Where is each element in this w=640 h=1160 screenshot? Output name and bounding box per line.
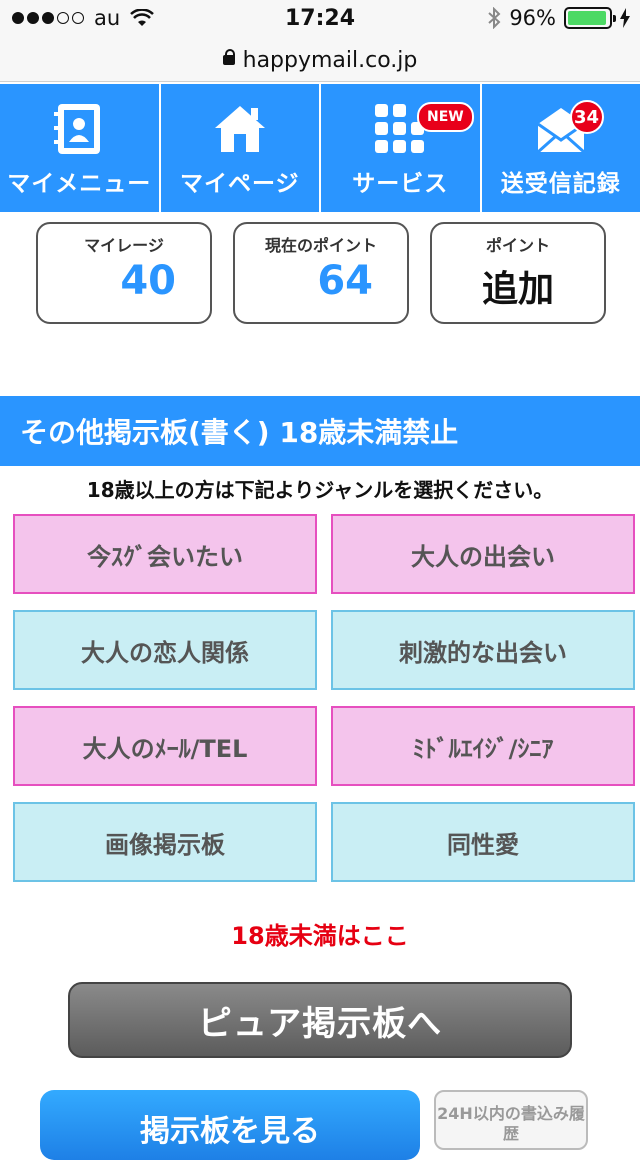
- battery-icon: [564, 7, 612, 29]
- add-points-action: 追加: [432, 260, 604, 312]
- genre-button[interactable]: 刺激的な出会い: [331, 610, 635, 690]
- genre-button[interactable]: 大人のﾒｰﾙ/TEL: [13, 706, 317, 786]
- genre-button[interactable]: 大人の恋人関係: [13, 610, 317, 690]
- under-18-link[interactable]: 18歳未満はここ: [0, 916, 640, 951]
- pure-board-button[interactable]: ピュア掲示板へ: [68, 982, 572, 1058]
- genre-grid: 今ｽｸﾞ会いたい 大人の出会い 大人の恋人関係 刺激的な出会い 大人のﾒｰﾙ/T…: [13, 514, 635, 882]
- lock-icon: [223, 55, 235, 70]
- add-points-button[interactable]: ポイント 追加: [430, 222, 606, 324]
- nav-services[interactable]: NEW サービス: [321, 84, 482, 212]
- nav-label: 送受信記録: [501, 164, 621, 198]
- mileage-box[interactable]: マイレージ 40: [36, 222, 212, 324]
- nav-my-page[interactable]: マイページ: [161, 84, 322, 212]
- genre-button[interactable]: ﾐﾄﾞﾙｴｲｼﾞ/ｼﾆｱ: [331, 706, 635, 786]
- section-title: その他掲示板(書く) 18歳未満禁止: [0, 396, 640, 466]
- nav-my-menu[interactable]: マイメニュー: [0, 84, 161, 212]
- mileage-value: 40: [120, 258, 176, 304]
- add-points-label: ポイント: [432, 232, 604, 256]
- unread-count-badge: 34: [570, 100, 604, 134]
- battery-percent: 96%: [509, 6, 556, 30]
- current-points-label: 現在のポイント: [235, 232, 407, 256]
- current-points-box[interactable]: 現在のポイント 64: [233, 222, 409, 324]
- nav-label: マイメニュー: [7, 164, 151, 198]
- genre-button[interactable]: 今ｽｸﾞ会いたい: [13, 514, 317, 594]
- address-book-icon: [50, 100, 108, 158]
- charging-icon: [620, 8, 630, 28]
- mileage-label: マイレージ: [38, 232, 210, 256]
- status-right: 96%: [487, 6, 630, 30]
- genre-button[interactable]: 同性愛: [331, 802, 635, 882]
- url-bar[interactable]: happymail.co.jp: [0, 40, 640, 82]
- current-points-value: 64: [317, 258, 373, 304]
- bluetooth-icon: [487, 7, 501, 29]
- main-nav: マイメニュー マイページ NEW サービス 34 送受信記録: [0, 84, 640, 212]
- points-row: マイレージ 40 現在のポイント 64 ポイント 追加: [36, 222, 606, 324]
- home-icon: [211, 100, 269, 158]
- post-history-button[interactable]: 24H以内の書込み履歴: [434, 1090, 588, 1150]
- nav-label: マイページ: [180, 164, 300, 198]
- genre-button[interactable]: 画像掲示板: [13, 802, 317, 882]
- instruction-text: 18歳以上の方は下記よりジャンルを選択ください。: [0, 474, 640, 503]
- new-badge: NEW: [417, 102, 474, 132]
- view-board-button[interactable]: 掲示板を見る: [40, 1090, 420, 1160]
- nav-message-history[interactable]: 34 送受信記録: [482, 84, 640, 212]
- url-domain: happymail.co.jp: [243, 48, 418, 73]
- nav-label: サービス: [352, 164, 448, 198]
- genre-button[interactable]: 大人の出会い: [331, 514, 635, 594]
- status-bar: au 17:24 96%: [0, 0, 640, 40]
- battery-level: [568, 11, 606, 25]
